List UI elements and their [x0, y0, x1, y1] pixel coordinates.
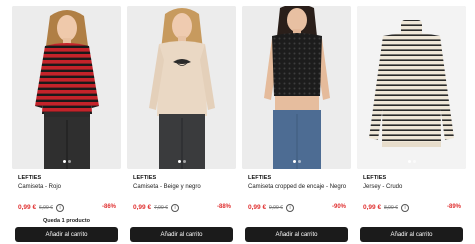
- product-card[interactable]: LEFTIES Camiseta - Beige y negro 0,99 € …: [127, 6, 236, 244]
- sale-price: 0,99 €: [18, 204, 37, 211]
- discount-badge: -89%: [446, 204, 461, 210]
- stock-note: Queda 1 producto: [42, 218, 91, 224]
- info-icon[interactable]: i: [401, 204, 409, 212]
- carousel-dot[interactable]: [182, 160, 186, 163]
- product-card[interactable]: LEFTIES Camiseta cropped de encaje - Neg…: [242, 6, 351, 244]
- original-price: 7,99 €: [154, 205, 168, 211]
- product-brand: LEFTIES: [363, 175, 387, 181]
- info-icon[interactable]: i: [286, 204, 294, 212]
- carousel-dots[interactable]: [127, 160, 236, 164]
- product-image[interactable]: [12, 6, 121, 169]
- carousel-dot[interactable]: [297, 160, 301, 163]
- carousel-dot[interactable]: [67, 160, 71, 163]
- product-name[interactable]: Jersey - Crudo: [363, 183, 463, 191]
- add-to-cart-button[interactable]: Añadir al carrito: [130, 227, 233, 242]
- discount-badge: -88%: [216, 204, 231, 210]
- product-name[interactable]: Camiseta - Beige y negro: [133, 183, 233, 191]
- price-row: 0,99 € 9,99 € i -90%: [248, 204, 346, 213]
- product-brand: LEFTIES: [248, 175, 272, 181]
- discount-badge: -90%: [331, 204, 346, 210]
- product-card[interactable]: LEFTIES Camiseta - Rojo 0,99 € 6,99 € i …: [12, 6, 121, 244]
- discount-badge: -86%: [101, 204, 116, 210]
- carousel-dots[interactable]: [357, 160, 466, 164]
- carousel-dot[interactable]: [412, 160, 416, 163]
- add-to-cart-button[interactable]: Añadir al carrito: [15, 227, 118, 242]
- product-name[interactable]: Camiseta - Rojo: [18, 183, 118, 191]
- carousel-dots[interactable]: [12, 160, 121, 164]
- carousel-dots[interactable]: [242, 160, 351, 164]
- original-price: 8,99 €: [384, 205, 398, 211]
- info-icon[interactable]: i: [56, 204, 64, 212]
- carousel-dot[interactable]: [62, 160, 66, 163]
- carousel-dot[interactable]: [177, 160, 181, 163]
- info-icon[interactable]: i: [171, 204, 179, 212]
- price-row: 0,99 € 7,99 € i -88%: [133, 204, 231, 213]
- product-card[interactable]: LEFTIES Jersey - Crudo 0,99 € 8,99 € i -…: [357, 6, 466, 244]
- product-grid: LEFTIES Camiseta - Rojo 0,99 € 6,99 € i …: [10, 6, 470, 244]
- product-brand: LEFTIES: [18, 175, 42, 181]
- sale-price: 0,99 €: [363, 204, 382, 211]
- sale-price: 0,99 €: [248, 204, 267, 211]
- add-to-cart-button[interactable]: Añadir al carrito: [360, 227, 463, 242]
- product-image[interactable]: [357, 6, 466, 169]
- carousel-dot[interactable]: [292, 160, 296, 163]
- price-row: 0,99 € 6,99 € i -86%: [18, 204, 116, 213]
- price-row: 0,99 € 8,99 € i -89%: [363, 204, 461, 213]
- product-brand: LEFTIES: [133, 175, 157, 181]
- original-price: 6,99 €: [39, 205, 53, 211]
- product-name[interactable]: Camiseta cropped de encaje - Negro: [248, 183, 348, 191]
- original-price: 9,99 €: [269, 205, 283, 211]
- product-image[interactable]: [127, 6, 236, 169]
- product-image[interactable]: [242, 6, 351, 169]
- carousel-dot[interactable]: [407, 160, 411, 163]
- sale-price: 0,99 €: [133, 204, 152, 211]
- add-to-cart-button[interactable]: Añadir al carrito: [245, 227, 348, 242]
